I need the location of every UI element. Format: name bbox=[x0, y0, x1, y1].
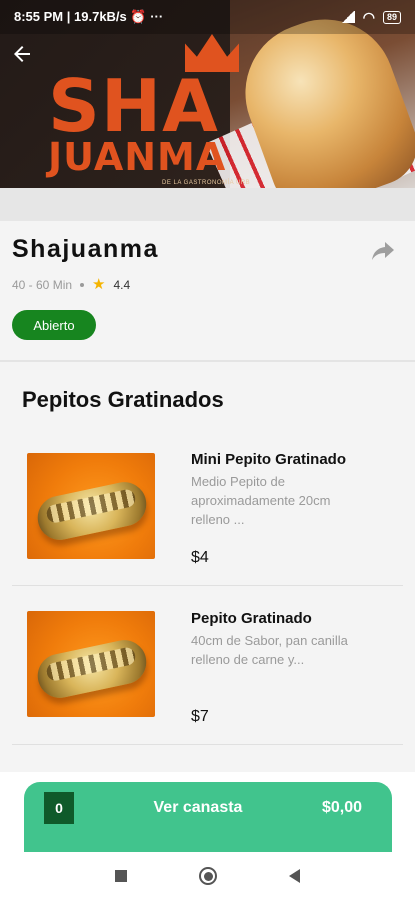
banner-bottom-strip bbox=[0, 188, 415, 221]
recents-icon[interactable] bbox=[115, 870, 127, 882]
menu-item[interactable]: Pepito Gratinado 40cm de Sabor, pan cani… bbox=[12, 588, 403, 746]
home-icon[interactable] bbox=[199, 867, 217, 885]
share-button[interactable] bbox=[370, 240, 398, 264]
menu-item-description: Medio Pepito de aproximadamente 20cm rel… bbox=[191, 474, 331, 527]
share-icon bbox=[372, 242, 394, 260]
cart-count: 0 bbox=[44, 792, 74, 824]
menu-item-name: Pepito Gratinado bbox=[191, 610, 312, 627]
star-icon: ★ bbox=[92, 276, 106, 293]
status-speed: 19.7kB/s bbox=[74, 9, 127, 24]
system-nav-bar bbox=[0, 852, 415, 900]
status-right: ◠ 89 bbox=[340, 8, 401, 26]
menu-item-name: Mini Pepito Gratinado bbox=[191, 451, 347, 468]
menu-item-price: $7 bbox=[191, 708, 209, 725]
status-time: 8:55 PM bbox=[14, 9, 64, 24]
status-badge: Abierto bbox=[12, 310, 96, 340]
restaurant-meta: 40 - 60 Min ★ 4.4 bbox=[12, 277, 130, 292]
menu-item-price: $4 bbox=[191, 549, 209, 566]
menu-item-description: 40cm de Sabor, pan canilla relleno de ca… bbox=[191, 633, 348, 667]
wifi-icon: ◠ bbox=[362, 8, 375, 25]
status-extra: ⏰ ··· bbox=[130, 9, 164, 24]
section-title: Pepitos Gratinados bbox=[22, 387, 224, 412]
separator-dot bbox=[80, 282, 85, 287]
cart-total: $0,00 bbox=[321, 799, 362, 816]
restaurant-name: Shajuanma bbox=[12, 235, 159, 263]
menu-item-image bbox=[27, 453, 155, 559]
logo-line-2: JUANMA bbox=[48, 135, 227, 179]
back-triangle-icon[interactable] bbox=[289, 869, 300, 883]
back-button[interactable] bbox=[8, 40, 36, 68]
pepito-image bbox=[33, 636, 151, 702]
delivery-time: 40 - 60 Min bbox=[12, 277, 73, 292]
pepito-image bbox=[33, 478, 151, 544]
signal-icon bbox=[340, 11, 355, 23]
logo-line-1: SHA bbox=[48, 64, 219, 148]
status-left: 8:55 PM | 19.7kB/s ⏰ ··· bbox=[14, 9, 164, 24]
status-bar: 8:55 PM | 19.7kB/s ⏰ ··· ◠ 89 bbox=[0, 0, 415, 34]
menu-item[interactable]: Mini Pepito Gratinado Medio Pepito de ap… bbox=[12, 429, 403, 587]
arrow-left-icon bbox=[14, 46, 30, 62]
rating-value: 4.4 bbox=[113, 277, 131, 292]
battery-icon: 89 bbox=[382, 10, 401, 24]
menu-item-image bbox=[27, 611, 155, 717]
view-cart-button[interactable]: 0 Ver canasta $0,00 bbox=[24, 782, 392, 858]
logo-tagline: DE LA GASTRONOMÍA URB bbox=[162, 180, 251, 186]
cart-label: Ver canasta bbox=[153, 799, 243, 816]
item-divider bbox=[12, 585, 403, 586]
item-divider bbox=[12, 744, 403, 745]
